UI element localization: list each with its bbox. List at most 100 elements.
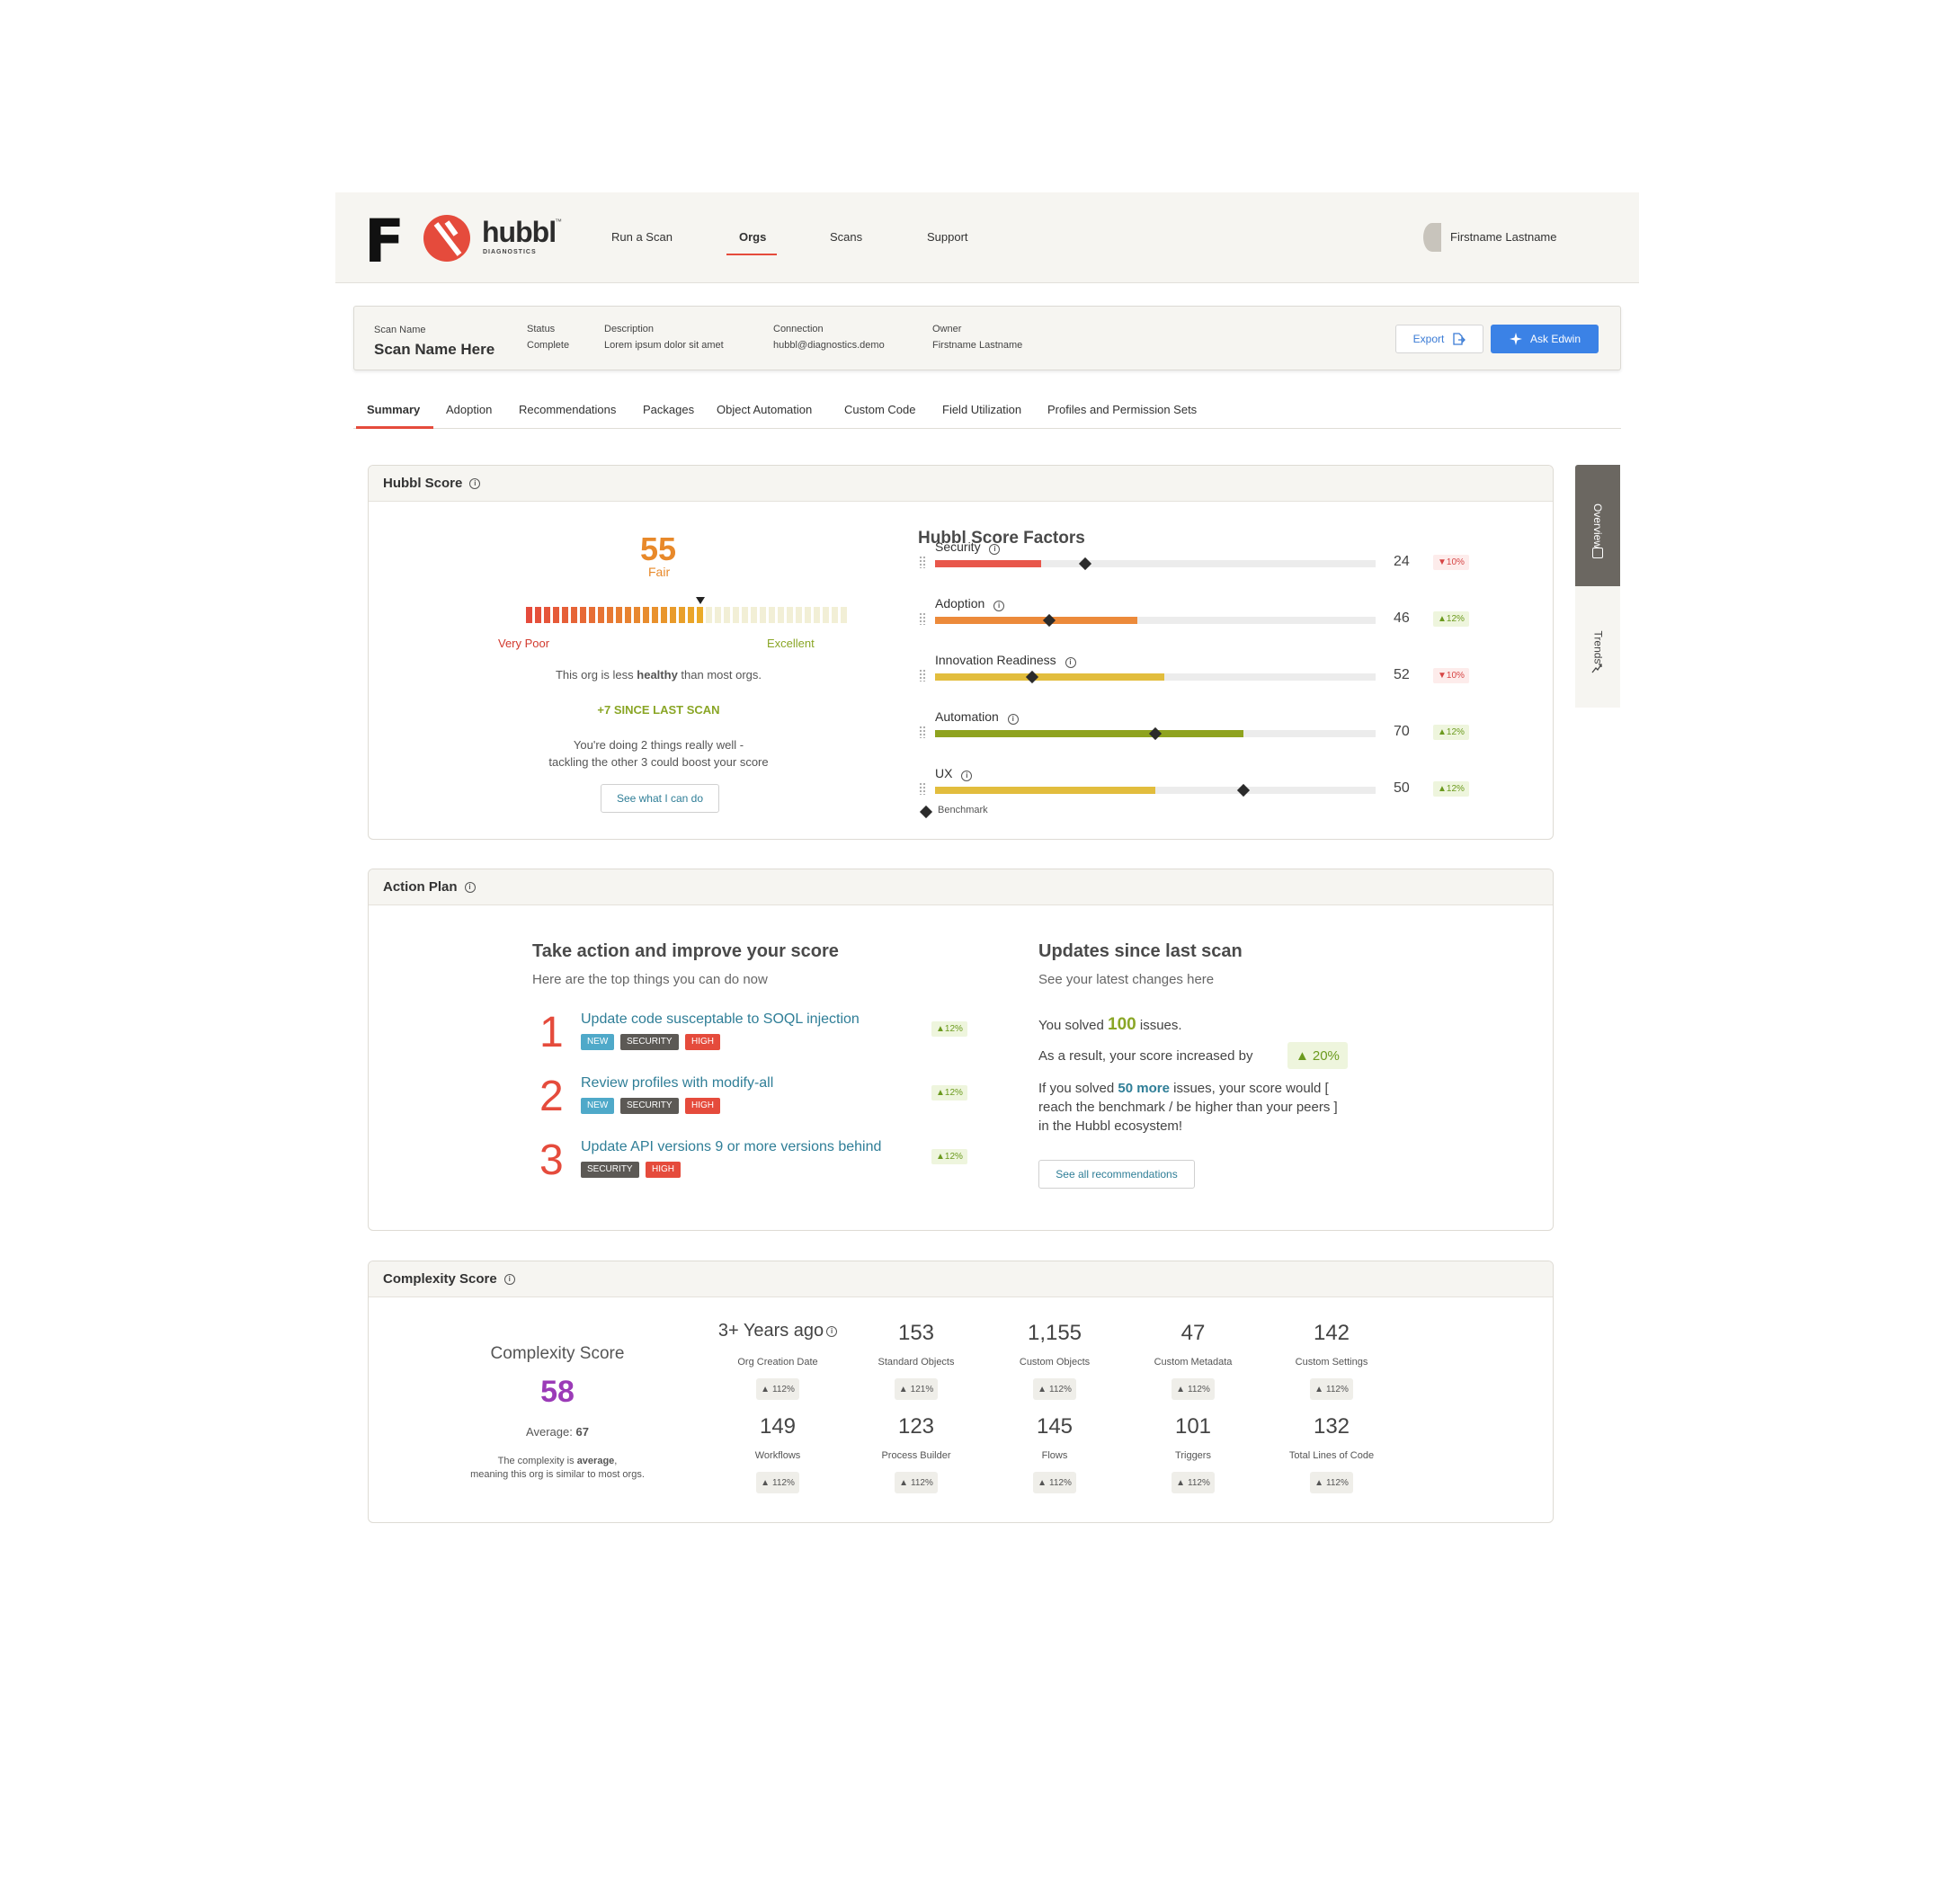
gauge-segment: [589, 607, 595, 623]
gauge-segment: [670, 607, 676, 623]
result-text: As a result, your score increased by: [1038, 1048, 1253, 1064]
tab-summary[interactable]: Summary: [367, 403, 420, 416]
gauge-marker-icon: [696, 597, 705, 604]
tab-adoption[interactable]: Adoption: [446, 403, 492, 416]
see-all-recommendations-button[interactable]: See all recommendations: [1038, 1160, 1195, 1189]
metric-value: 101: [1126, 1414, 1261, 1439]
score-change: +7 SINCE LAST SCAN: [597, 703, 720, 717]
gauge-segment: [598, 607, 604, 623]
factor-change-badge: ▼10%: [1433, 555, 1469, 570]
action-link[interactable]: Review profiles with modify-all: [581, 1075, 773, 1092]
metric-change-badge: ▲ 112%: [1172, 1472, 1215, 1493]
gauge-segment: [751, 607, 757, 623]
up-arrow-icon: ▲: [1176, 1477, 1186, 1488]
metric-value: 3+ Years ago i: [710, 1321, 845, 1341]
nav-run-a-scan[interactable]: Run a Scan: [611, 230, 673, 244]
info-icon[interactable]: i: [989, 544, 1001, 555]
ask-edwin-button[interactable]: Ask Edwin: [1491, 325, 1599, 353]
factor-change-badge: ▲12%: [1433, 725, 1469, 740]
action-link[interactable]: Update code susceptable to SOQL injectio…: [581, 1011, 860, 1028]
tab-profiles-and-permission-sets[interactable]: Profiles and Permission Sets: [1047, 403, 1197, 416]
factor-fill: [935, 560, 1041, 567]
nav-scans[interactable]: Scans: [830, 230, 862, 244]
factor-change-value: 10%: [1446, 557, 1465, 567]
info-icon[interactable]: i: [826, 1325, 838, 1337]
gauge-segment: [733, 607, 739, 623]
tab-field-utilization[interactable]: Field Utilization: [942, 403, 1021, 416]
action-subheading: Here are the top things you can do now: [532, 972, 768, 987]
tab-object-automation[interactable]: Object Automation: [717, 403, 812, 416]
hubbl-logo-icon[interactable]: [423, 215, 470, 262]
up-arrow-icon: ▲: [1176, 1384, 1186, 1394]
factor-fill: [935, 673, 1164, 681]
top-navigation: F hubbl ™ DIAGNOSTICS Run a Scan Orgs Sc…: [335, 192, 1639, 283]
metric-change-badge: ▲ 112%: [1310, 1472, 1353, 1493]
drag-handle-icon[interactable]: [919, 726, 926, 738]
see-what-i-can-do-button[interactable]: See what I can do: [601, 784, 719, 813]
drag-handle-icon[interactable]: [919, 612, 926, 625]
ask-edwin-label: Ask Edwin: [1529, 333, 1581, 345]
info-icon[interactable]: i: [469, 477, 481, 489]
action-plan-title: Action Plan: [383, 879, 458, 895]
health-summary-bold: healthy: [637, 668, 678, 682]
sparkle-icon: [1509, 333, 1522, 345]
avatar[interactable]: [1423, 223, 1441, 252]
user-name[interactable]: Firstname Lastname: [1450, 230, 1557, 244]
metric-change-value: 112%: [911, 1477, 933, 1488]
factor-change-badge: ▲12%: [1433, 781, 1469, 797]
drag-handle-icon[interactable]: [919, 556, 926, 568]
up-arrow-icon: ▲: [1314, 1384, 1324, 1394]
nav-orgs[interactable]: Orgs: [739, 230, 766, 244]
factor-fill: [935, 617, 1138, 624]
metric-change-badge: ▲ 112%: [895, 1472, 938, 1493]
factor-name: UX: [935, 766, 953, 780]
complexity-score-title: Complexity Score: [383, 1271, 497, 1287]
info-icon[interactable]: i: [464, 881, 476, 893]
factor-label: Security i: [935, 539, 1001, 555]
side-tabs: Overview Trends: [1575, 465, 1620, 708]
metric-change-badge: ▲ 112%: [1172, 1378, 1215, 1400]
hubbl-score-title: Hubbl Score: [383, 476, 463, 491]
info-icon[interactable]: i: [503, 1273, 515, 1285]
info-icon[interactable]: i: [1065, 657, 1076, 668]
tab-packages[interactable]: Packages: [643, 403, 694, 416]
drag-handle-icon[interactable]: [919, 669, 926, 682]
hubbl-score-rating: Fair: [648, 565, 671, 579]
info-icon[interactable]: i: [993, 601, 1005, 611]
drag-handle-icon[interactable]: [919, 782, 926, 795]
benchmark-legend-label: Benchmark: [938, 805, 988, 815]
action-change-value: 12%: [944, 1024, 963, 1034]
gauge-segment: [634, 607, 640, 623]
export-button[interactable]: Export: [1395, 325, 1483, 353]
projection-prefix: If you solved: [1038, 1081, 1118, 1096]
metric-value: 153: [849, 1321, 984, 1346]
metric-label: Flows: [1041, 1450, 1068, 1461]
up-arrow-icon: ▲: [936, 1152, 945, 1162]
hubbl-score-value: 55: [640, 530, 677, 567]
gauge-segment: [616, 607, 622, 623]
tag-security: SECURITY: [620, 1098, 679, 1114]
gauge-segment: [607, 607, 613, 623]
factor-change-value: 10%: [1446, 671, 1465, 681]
tab-custom-code[interactable]: Custom Code: [844, 403, 915, 416]
tag-new: NEW: [581, 1034, 615, 1050]
side-tab-overview[interactable]: Overview: [1575, 465, 1620, 586]
tab-recommendations[interactable]: Recommendations: [519, 403, 616, 416]
action-plan-header: Action Plan i: [369, 869, 1553, 905]
metric-value-text: 123: [897, 1414, 935, 1439]
metric-label: Triggers: [1175, 1450, 1211, 1461]
doing-well-line-2: tackling the other 3 could boost your sc…: [548, 755, 769, 769]
gauge-segment: [805, 607, 811, 623]
info-icon[interactable]: i: [1007, 714, 1019, 725]
description-label: Description: [604, 324, 655, 334]
desc-prefix: The complexity is: [497, 1456, 577, 1466]
info-icon[interactable]: i: [961, 771, 973, 781]
side-tab-trends[interactable]: Trends: [1575, 586, 1620, 708]
gauge-segment: [796, 607, 802, 623]
metric-change-value: 112%: [1326, 1477, 1349, 1488]
doing-well-line-1: You're doing 2 things really well -: [573, 738, 744, 752]
action-link[interactable]: Update API versions 9 or more versions b…: [581, 1139, 881, 1155]
side-tab-trends-label: Trends: [1591, 630, 1604, 664]
health-summary: This org is less healthy than most orgs.: [369, 668, 949, 682]
nav-support[interactable]: Support: [927, 230, 968, 244]
